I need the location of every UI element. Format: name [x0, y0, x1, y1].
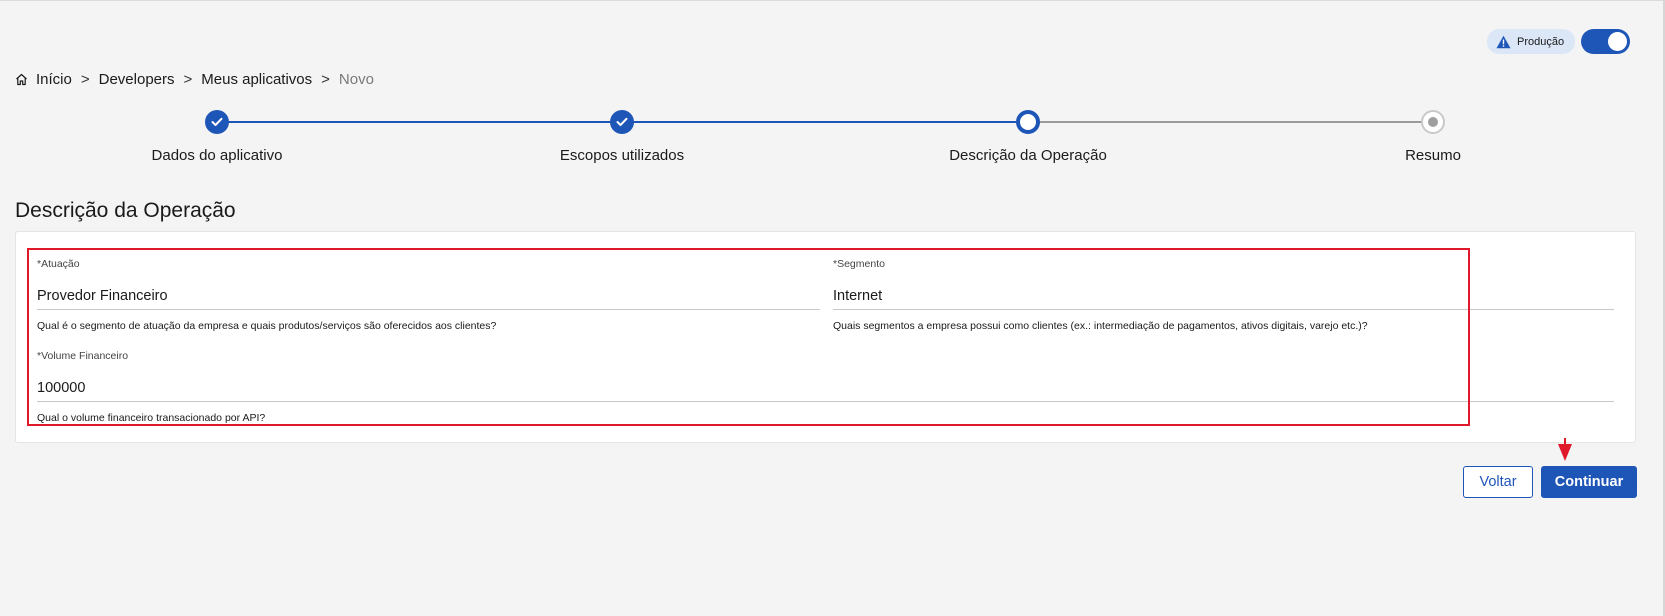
home-icon[interactable]	[15, 73, 28, 86]
back-button[interactable]: Voltar	[1463, 466, 1533, 498]
breadcrumb-separator: >	[183, 70, 193, 88]
stepper-pending-line	[1028, 121, 1433, 123]
check-icon	[616, 117, 628, 127]
step-4-label: Resumo	[1405, 147, 1461, 164]
top-border	[0, 0, 1665, 1]
breadcrumb-separator: >	[80, 70, 90, 88]
check-icon	[211, 117, 223, 127]
atuacao-label: *Atuação	[37, 258, 80, 270]
volume-financeiro-field: *Volume Financeiro Qual o volume finance…	[37, 350, 1614, 424]
segmento-input[interactable]	[833, 282, 1614, 310]
volume-financeiro-help: Qual o volume financeiro transacionado p…	[37, 412, 266, 424]
breadcrumb-separator: >	[321, 70, 330, 88]
volume-financeiro-label: *Volume Financeiro	[37, 350, 129, 362]
atuacao-input[interactable]	[37, 282, 820, 310]
warning-triangle-icon	[1496, 35, 1511, 49]
page-title: Descrição da Operação	[15, 199, 236, 222]
environment-toggle[interactable]	[1581, 29, 1630, 54]
breadcrumb-current: Novo	[338, 70, 374, 88]
volume-financeiro-input[interactable]	[37, 374, 1614, 402]
step-3-indicator	[1016, 110, 1040, 134]
atuacao-field: *Atuação Qual é o segmento de atuação da…	[37, 258, 820, 332]
step-4-indicator	[1421, 110, 1445, 134]
step-1-indicator	[205, 110, 229, 134]
step-2-label: Escopos utilizados	[559, 147, 685, 164]
segmento-label: *Segmento	[833, 258, 885, 270]
pending-dot	[1428, 117, 1438, 127]
breadcrumb: Início > Developers > Meus aplicativos >…	[15, 69, 374, 89]
atuacao-help: Qual é o segmento de atuação da empresa …	[37, 320, 497, 332]
step-1-label: Dados do aplicativo	[151, 147, 283, 164]
environment-badge: Produção	[1487, 29, 1575, 54]
environment-label: Produção	[1517, 35, 1565, 48]
toggle-knob	[1608, 32, 1627, 51]
step-2-indicator	[610, 110, 634, 134]
arrow-down-marker-icon	[1557, 438, 1573, 467]
segmento-help: Quais segmentos a empresa possui como cl…	[833, 320, 1368, 332]
breadcrumb-developers[interactable]: Developers	[99, 71, 175, 88]
breadcrumb-home[interactable]: Início	[36, 71, 72, 88]
breadcrumb-meus-aplicativos[interactable]: Meus aplicativos	[201, 71, 312, 88]
step-3-label: Descrição da Operação	[949, 147, 1107, 164]
continue-button[interactable]: Continuar	[1541, 466, 1637, 498]
segmento-field: *Segmento Quais segmentos a empresa poss…	[833, 258, 1614, 332]
